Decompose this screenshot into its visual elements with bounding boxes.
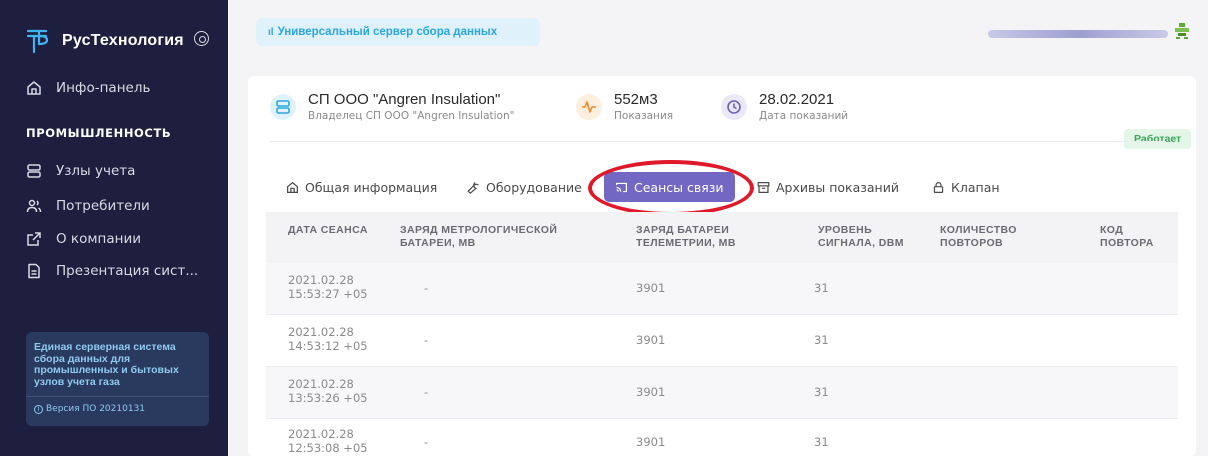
info-divider <box>26 396 209 397</box>
brand-name: РусТехнология <box>62 32 184 49</box>
column-header-repeat-code[interactable]: КОД ПОВТОРА <box>1100 224 1170 250</box>
clock-icon <box>727 99 741 114</box>
cell-telemetry: 3901 <box>636 435 666 449</box>
sidebar-item-label: Узлы учета <box>56 163 136 179</box>
column-header-signal[interactable]: УРОВЕНЬ СИГНАЛА, DBM <box>818 224 928 250</box>
sidebar-item-label: Потребители <box>56 198 150 214</box>
cell-date: 2021.02.28 12:53:08 +05 <box>288 427 368 455</box>
tab-label: Сеансы связи <box>634 179 724 195</box>
column-header-telemetry-battery[interactable]: ЗАРЯД БАТАРЕИ ТЕЛЕМЕТРИИ, МВ <box>636 224 776 250</box>
cell-date: 2021.02.28 15:53:27 +05 <box>288 273 368 301</box>
external-link-icon <box>27 232 41 246</box>
activity-icon <box>582 100 596 113</box>
lock-icon <box>933 181 944 193</box>
tab-valve[interactable]: Клапан <box>932 172 1000 202</box>
summary-divider <box>270 141 1166 142</box>
object-owner: Владелец СП ООО "Angren Insulation" <box>308 110 515 122</box>
cell-date: 2021.02.28 13:53:26 +05 <box>288 377 368 405</box>
info-text: Единая серверная система сбора данных дл… <box>34 341 179 388</box>
tab-archives[interactable]: Архивы показаний <box>757 172 899 202</box>
status-badge: Работает <box>1124 129 1192 149</box>
table-header: ДАТА СЕАНСА ЗАРЯД МЕТРОЛОГИЧЕСКОЙ БАТАРЕ… <box>266 212 1178 263</box>
tab-general-info[interactable]: Общая информация <box>286 172 437 202</box>
date-value: 28.02.2021 <box>759 91 835 108</box>
sidebar-item-label: О компании <box>56 231 141 247</box>
user-name-redacted[interactable] <box>988 30 1168 38</box>
cell-signal: 31 <box>814 435 829 449</box>
cell-date: 2021.02.28 14:53:12 +05 <box>288 325 368 353</box>
version-label: Версия ПО 20210131 <box>46 404 146 414</box>
table-row[interactable]: 2021.02.28 14:53:12 +05 - 3901 31 <box>266 315 1178 366</box>
cell-telemetry: 3901 <box>636 333 666 347</box>
cell-signal: 31 <box>814 281 829 295</box>
server-icon-wrap <box>270 93 296 120</box>
home-icon <box>27 81 41 95</box>
home-icon <box>287 181 298 193</box>
tab-label: Общая информация <box>305 179 438 195</box>
info-card: Единая серверная система сбора данных дл… <box>26 332 209 426</box>
sidebar-item-meters[interactable]: Узлы учета <box>26 163 135 179</box>
tab-label: Оборудование <box>486 179 582 195</box>
tab-equipment[interactable]: Оборудование <box>467 172 582 202</box>
version-info: i Версия ПО 20210131 <box>34 404 201 414</box>
tab-label: Клапан <box>951 179 1000 195</box>
brand[interactable]: РусТехнология <box>26 28 184 54</box>
activity-icon-wrap <box>576 93 602 120</box>
date-label: Дата показаний <box>759 110 849 122</box>
sidebar-toggle-icon[interactable] <box>194 31 209 46</box>
cell-metro: - <box>424 385 429 399</box>
reading-value: 552м3 <box>614 91 658 108</box>
summary-reading: 552м3 Показания <box>576 91 673 122</box>
avatar[interactable] <box>1174 22 1190 40</box>
table-row[interactable]: 2021.02.28 12:53:08 +05 - 3901 31 <box>266 419 1178 456</box>
server-title: Универсальный сервер сбора данных <box>277 26 498 38</box>
cell-signal: 31 <box>814 333 829 347</box>
sidebar-item-consumers[interactable]: Потребители <box>26 198 150 214</box>
server-icon <box>27 164 41 178</box>
sidebar-item-about[interactable]: О компании <box>26 231 141 247</box>
bar-chart-icon: ıl <box>268 26 274 38</box>
sidebar-item-info-panel[interactable]: Инфо-панель <box>26 80 150 96</box>
summary-object: СП ООО "Angren Insulation" Владелец СП О… <box>270 91 514 122</box>
server-icon <box>276 99 290 114</box>
table-row[interactable]: 2021.02.28 15:53:27 +05 - 3901 31 <box>266 263 1178 314</box>
object-name: СП ООО "Angren Insulation" <box>308 91 501 108</box>
sidebar-item-label: Презентация сист... <box>56 263 199 279</box>
cell-metro: - <box>424 281 429 295</box>
sidebar: РусТехнология Инфо-панель ПРОМЫШЛЕННОСТЬ… <box>0 0 228 456</box>
cell-metro: - <box>424 435 429 449</box>
brand-logo-icon <box>26 29 49 54</box>
summary-date: 28.02.2021 Дата показаний <box>721 91 848 122</box>
document-icon <box>28 263 40 279</box>
sidebar-section-title: ПРОМЫШЛЕННОСТЬ <box>26 126 172 140</box>
sidebar-item-label: Инфо-панель <box>56 80 151 96</box>
archive-icon <box>757 181 770 193</box>
column-header-repeats[interactable]: КОЛИЧЕСТВО ПОВТОРОВ <box>940 224 1070 250</box>
sidebar-item-presentation[interactable]: Презентация сист... <box>26 263 198 279</box>
cell-telemetry: 3901 <box>636 385 666 399</box>
info-icon: i <box>34 404 43 414</box>
tab-label: Архивы показаний <box>776 179 899 195</box>
users-icon <box>26 199 42 213</box>
wrench-icon <box>467 181 479 194</box>
cell-telemetry: 3901 <box>636 281 666 295</box>
clock-icon-wrap <box>721 93 747 120</box>
cell-metro: - <box>424 333 429 347</box>
column-header-metro-battery[interactable]: ЗАРЯД МЕТРОЛОГИЧЕСКОЙ БАТАРЕИ, МВ <box>400 224 590 250</box>
cell-signal: 31 <box>814 385 829 399</box>
cast-icon <box>616 182 627 192</box>
reading-label: Показания <box>614 110 674 122</box>
table-row[interactable]: 2021.02.28 13:53:26 +05 - 3901 31 <box>266 367 1178 418</box>
tab-sessions[interactable]: Сеансы связи <box>604 172 735 202</box>
server-title-pill[interactable]: ıl Универсальный сервер сбора данных <box>256 18 540 46</box>
column-header-date[interactable]: ДАТА СЕАНСА <box>288 224 398 237</box>
